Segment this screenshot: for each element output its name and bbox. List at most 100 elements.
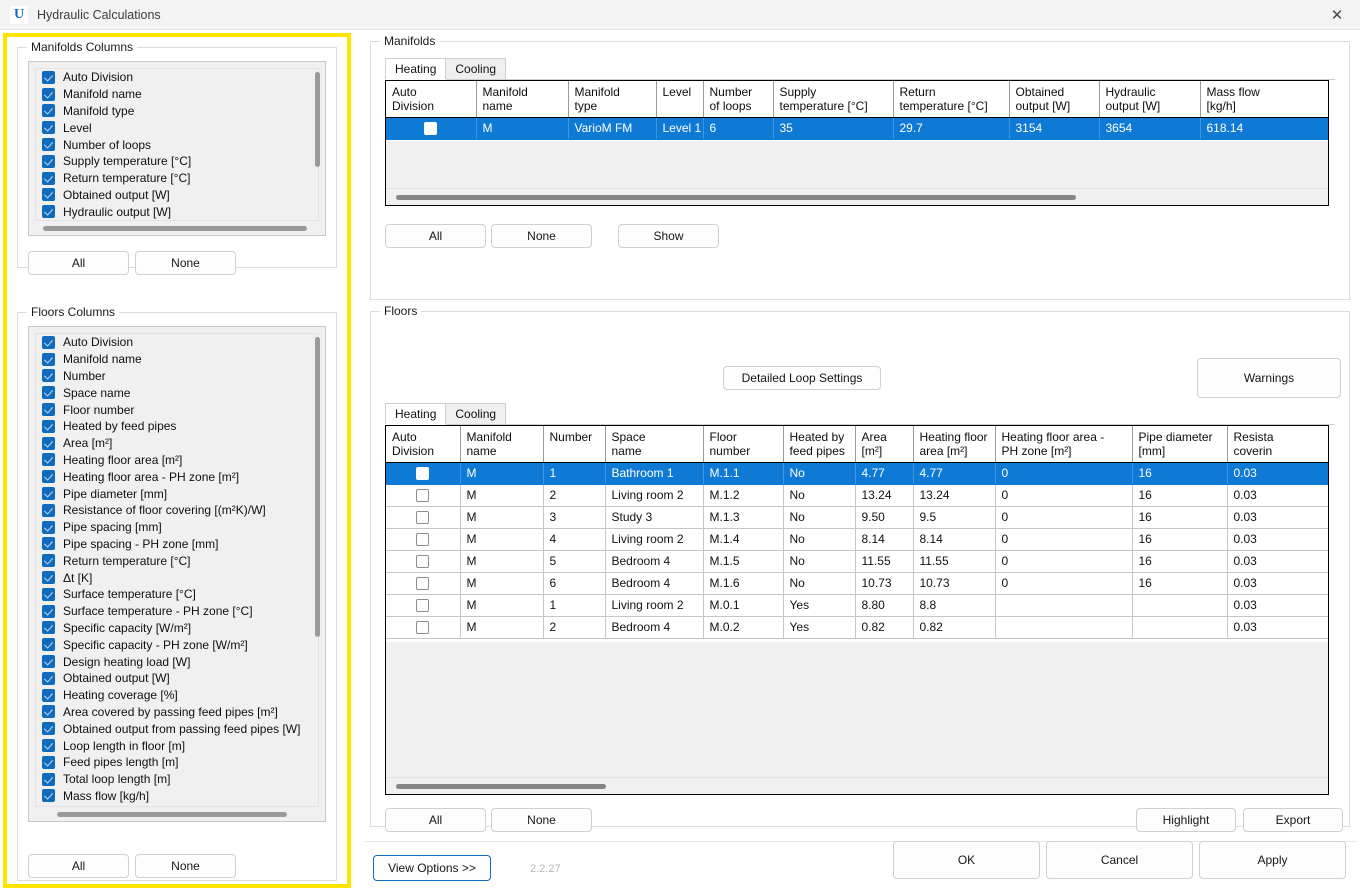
manifolds-grid-cell[interactable]: Level 1 <box>656 117 704 140</box>
floors-grid-row[interactable]: M 2 Bedroom 4 M.0.2 Yes 0.82 0.82 0.03 <box>386 616 1328 639</box>
floors-grid-cell[interactable] <box>995 616 1133 639</box>
checkbox-unchecked-icon[interactable] <box>416 467 430 481</box>
floors-export-button[interactable]: Export <box>1243 808 1343 832</box>
manifolds-columns-listbox[interactable]: Auto Division Manifold name Manifold type L… <box>28 61 326 236</box>
floors-grid-cell[interactable]: M.1.6 <box>703 572 784 595</box>
floors-grid-cell[interactable]: M <box>460 572 544 595</box>
floors-column-item[interactable]: Δt [K] <box>36 569 318 586</box>
floors-grid-cell[interactable]: No <box>783 462 856 485</box>
floors-grid-row[interactable]: M 5 Bedroom 4 M.1.5 No 11.55 11.55 0 16 0.03 <box>386 550 1328 573</box>
floors-grid-cell[interactable]: 16 <box>1132 572 1228 595</box>
close-icon[interactable]: ✕ <box>1314 0 1360 30</box>
floors-tab-cooling[interactable]: Cooling <box>445 403 507 424</box>
floors-grid-cell[interactable]: 8.8 <box>913 594 996 617</box>
checkbox-checked-icon[interactable] <box>42 87 55 101</box>
floors-column-item[interactable]: Manifold name <box>36 351 318 368</box>
checkbox-checked-icon[interactable] <box>42 671 55 685</box>
checkbox-checked-icon[interactable] <box>42 470 55 484</box>
manifolds-grid-column-header[interactable]: Obtained output [W] <box>1009 81 1100 118</box>
checkbox-unchecked-icon[interactable] <box>416 599 430 613</box>
floors-columns-none-button[interactable]: None <box>135 854 236 878</box>
floors-grid-cell[interactable]: 11.55 <box>913 550 996 573</box>
checkbox-checked-icon[interactable] <box>42 335 55 349</box>
checkbox-checked-icon[interactable] <box>42 369 55 383</box>
checkbox-checked-icon[interactable] <box>42 70 55 84</box>
floors-grid-cell[interactable]: Yes <box>783 616 856 639</box>
floors-grid-row[interactable]: M 1 Living room 2 M.0.1 Yes 8.80 8.8 0.03 <box>386 594 1328 617</box>
checkbox-checked-icon[interactable] <box>42 655 55 669</box>
floors-grid-cell[interactable]: M <box>460 528 544 551</box>
floors-grid-cell[interactable]: 5 <box>543 550 606 573</box>
manifolds-grid-cell[interactable]: 29.7 <box>893 117 1010 140</box>
checkbox-checked-icon[interactable] <box>42 171 55 185</box>
floors-grid-row[interactable]: M 6 Bedroom 4 M.1.6 No 10.73 10.73 0 16 0.03 <box>386 572 1328 595</box>
floors-grid-cell[interactable]: 11.55 <box>855 550 914 573</box>
floors-grid-column-header[interactable]: Floor number <box>703 426 784 463</box>
floors-column-item[interactable]: Obtained output from passing feed pipes … <box>36 720 318 737</box>
floors-grid-column-header[interactable]: Space name <box>605 426 704 463</box>
floors-grid-cell[interactable]: Living room 2 <box>605 484 704 507</box>
checkbox-checked-icon[interactable] <box>42 638 55 652</box>
manifolds-grid-column-header[interactable]: Auto Division <box>386 81 477 118</box>
floors-column-item[interactable]: Pipe spacing [mm] <box>36 519 318 536</box>
checkbox-checked-icon[interactable] <box>42 688 55 702</box>
floors-grid-cell[interactable]: M <box>460 550 544 573</box>
floors-grid-column-header[interactable]: Pipe diameter [mm] <box>1132 426 1228 463</box>
floors-grid-column-header[interactable]: Auto Division <box>386 426 461 463</box>
apply-button[interactable]: Apply <box>1199 841 1346 879</box>
checkbox-checked-icon[interactable] <box>42 571 55 585</box>
floors-grid-cell[interactable]: Bathroom 1 <box>605 462 704 485</box>
manifolds-columns-horizontal-scrollbar[interactable] <box>37 223 317 233</box>
checkbox-unchecked-icon[interactable] <box>416 621 430 635</box>
manifolds-grid-auto-division-cell[interactable] <box>386 117 477 140</box>
checkbox-checked-icon[interactable] <box>42 403 55 417</box>
floors-grid-cell[interactable]: 0 <box>995 484 1133 507</box>
floors-column-item[interactable]: Specific capacity [W/m²] <box>36 620 318 637</box>
floors-grid-cell[interactable]: 0.03 <box>1227 550 1328 573</box>
floors-columns-horizontal-scrollbar[interactable] <box>37 809 317 819</box>
floors-grid-cell[interactable]: 4 <box>543 528 606 551</box>
checkbox-unchecked-icon[interactable] <box>416 555 430 569</box>
floors-grid-row[interactable]: M 2 Living room 2 M.1.2 No 13.24 13.24 0 16 0.03 <box>386 484 1328 507</box>
checkbox-checked-icon[interactable] <box>42 621 55 635</box>
floors-grid-cell[interactable]: 9.5 <box>913 506 996 529</box>
floors-grid-cell[interactable]: Living room 2 <box>605 528 704 551</box>
floors-grid-cell[interactable]: 0 <box>995 550 1133 573</box>
floors-column-item[interactable]: Area [m²] <box>36 435 318 452</box>
manifolds-column-item[interactable]: Level <box>36 119 318 136</box>
floors-grid-cell[interactable]: 2 <box>543 484 606 507</box>
floors-grid-cell[interactable]: 8.80 <box>855 594 914 617</box>
manifolds-show-button[interactable]: Show <box>618 224 719 248</box>
manifolds-column-item[interactable]: Mass flow [kg/h] <box>36 220 318 221</box>
floors-column-item[interactable]: Feed pipes length [m] <box>36 754 318 771</box>
floors-grid-cell[interactable]: 0 <box>995 572 1133 595</box>
floors-grid-cell[interactable]: Bedroom 4 <box>605 550 704 573</box>
floors-grid-cell[interactable]: 0.82 <box>855 616 914 639</box>
floors-grid-column-header[interactable]: Area [m²] <box>855 426 914 463</box>
manifolds-tab-cooling[interactable]: Cooling <box>445 58 507 79</box>
floors-grid-cell[interactable]: 2 <box>543 616 606 639</box>
floors-grid-column-header[interactable]: Resista coverin <box>1227 426 1328 463</box>
floors-grid-cell[interactable]: 9.50 <box>855 506 914 529</box>
checkbox-checked-icon[interactable] <box>42 104 55 118</box>
floors-grid-cell[interactable]: 0.03 <box>1227 462 1328 485</box>
floors-grid-auto-division-cell[interactable] <box>386 462 461 485</box>
floors-grid-cell[interactable]: Bedroom 4 <box>605 616 704 639</box>
floors-column-item[interactable]: Space name <box>36 384 318 401</box>
floors-column-item[interactable]: Heating coverage [%] <box>36 687 318 704</box>
view-options-button[interactable]: View Options >> <box>373 855 491 881</box>
floors-grid[interactable]: Auto Division Manifold name Number Space na… <box>385 425 1329 795</box>
floors-column-item[interactable]: Resistance of floor covering [(m²K)/W] <box>36 502 318 519</box>
manifolds-grid-column-header[interactable]: Manifold type <box>568 81 657 118</box>
floors-grid-cell[interactable]: M <box>460 616 544 639</box>
manifolds-grid-column-header[interactable]: Manifold name <box>476 81 569 118</box>
floors-grid-cell[interactable]: 0.03 <box>1227 506 1328 529</box>
manifolds-grid-cell[interactable]: 618.14 <box>1200 117 1328 140</box>
checkbox-unchecked-icon[interactable] <box>424 122 438 136</box>
floors-grid-auto-division-cell[interactable] <box>386 616 461 639</box>
checkbox-checked-icon[interactable] <box>42 705 55 719</box>
manifolds-grid-cell[interactable]: 3654 <box>1099 117 1201 140</box>
checkbox-checked-icon[interactable] <box>42 537 55 551</box>
manifolds-grid[interactable]: Auto Division Manifold name Manifold type L… <box>385 80 1329 206</box>
floors-grid-cell[interactable]: 10.73 <box>855 572 914 595</box>
